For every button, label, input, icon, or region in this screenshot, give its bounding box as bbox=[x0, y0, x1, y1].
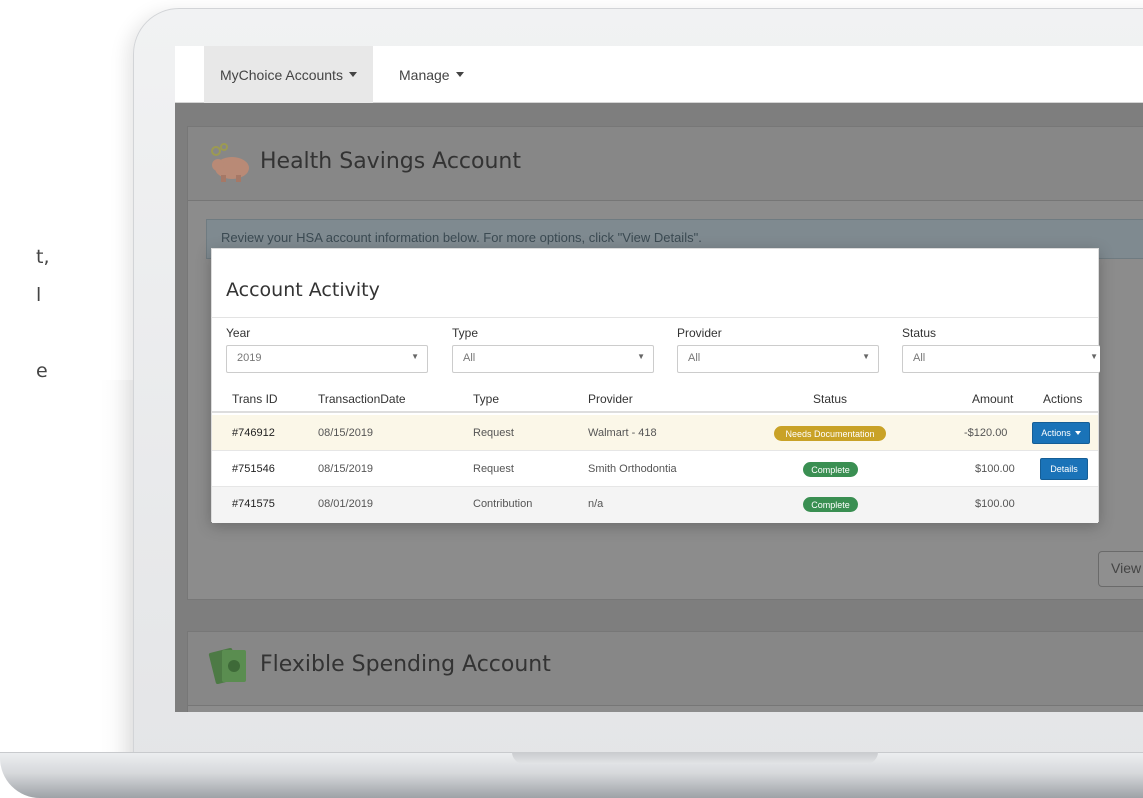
filter-type-select[interactable]: All ▼ bbox=[452, 345, 654, 373]
col-provider[interactable]: Provider bbox=[588, 392, 633, 406]
col-type[interactable]: Type bbox=[473, 392, 499, 406]
col-transaction-date[interactable]: TransactionDate bbox=[318, 392, 406, 406]
row-date: 08/15/2019 bbox=[318, 463, 374, 475]
fsa-panel: Flexible Spending Account bbox=[187, 631, 1143, 712]
filter-status-select[interactable]: All ▼ bbox=[902, 345, 1100, 373]
dropdown-caret-icon: ▼ bbox=[637, 352, 645, 361]
filter-provider-value: All bbox=[688, 352, 701, 364]
top-navbar: MyChoice Accounts Manage bbox=[175, 46, 1143, 103]
row-type: Request bbox=[473, 463, 514, 475]
filter-status-label: Status bbox=[902, 326, 937, 340]
account-activity-card: Account Activity Year 2019 ▼ Type All ▼ … bbox=[211, 248, 1100, 523]
view-details-button[interactable]: View bbox=[1098, 551, 1143, 587]
row-trans-id: #741575 bbox=[232, 498, 275, 510]
account-activity-title: Account Activity bbox=[226, 279, 380, 301]
money-icon bbox=[208, 647, 246, 684]
dropdown-caret-icon: ▼ bbox=[411, 352, 419, 361]
laptop-hinge-notch bbox=[512, 752, 878, 764]
chevron-down-icon bbox=[348, 72, 357, 77]
col-amount[interactable]: Amount bbox=[972, 392, 1013, 406]
row-provider: Walmart - 418 bbox=[588, 427, 657, 439]
row-type: Request bbox=[473, 427, 514, 439]
piggy-bank-icon bbox=[211, 143, 249, 182]
row-provider: Smith Orthodontia bbox=[588, 463, 677, 475]
table-row: #751546 08/15/2019 Request Smith Orthodo… bbox=[212, 451, 1098, 487]
table-row: #741575 08/01/2019 Contribution n/a Comp… bbox=[212, 487, 1098, 523]
fsa-panel-header: Flexible Spending Account bbox=[188, 632, 1143, 706]
status-badge: Complete bbox=[803, 462, 858, 477]
row-trans-id: #746912 bbox=[232, 427, 275, 439]
row-type: Contribution bbox=[473, 498, 533, 510]
row-amount: -$120.00 bbox=[964, 427, 1008, 439]
left-copy-fragment-3: e bbox=[36, 360, 48, 382]
chevron-down-icon bbox=[1074, 431, 1081, 435]
left-copy-fragment-1: t, bbox=[36, 246, 50, 268]
hsa-panel-header: Health Savings Account bbox=[188, 127, 1143, 201]
activity-table-header: Trans ID TransactionDate Type Provider S… bbox=[212, 385, 1098, 413]
col-status[interactable]: Status bbox=[813, 392, 847, 406]
dropdown-caret-icon: ▼ bbox=[1090, 352, 1098, 361]
fsa-panel-title: Flexible Spending Account bbox=[260, 652, 551, 677]
status-badge: Complete bbox=[803, 497, 858, 512]
dropdown-caret-icon: ▼ bbox=[862, 352, 870, 361]
nav-manage[interactable]: Manage bbox=[383, 46, 480, 103]
filter-year-select[interactable]: 2019 ▼ bbox=[226, 345, 428, 373]
card-divider bbox=[212, 317, 1098, 318]
filter-provider-select[interactable]: All ▼ bbox=[677, 345, 879, 373]
row-amount: $100.00 bbox=[975, 463, 1015, 475]
nav-mychoice-accounts[interactable]: MyChoice Accounts bbox=[204, 46, 373, 103]
col-trans-id[interactable]: Trans ID bbox=[232, 392, 278, 406]
filter-type-value: All bbox=[463, 352, 476, 364]
hsa-panel-title: Health Savings Account bbox=[260, 149, 522, 174]
left-copy-fragment-2: l bbox=[36, 284, 42, 306]
actions-dropdown-button[interactable]: Actions bbox=[1032, 422, 1090, 444]
status-badge: Needs Documentation bbox=[774, 426, 886, 441]
filter-year-label: Year bbox=[226, 326, 251, 340]
filter-year-value: 2019 bbox=[237, 352, 262, 364]
chevron-down-icon bbox=[455, 72, 464, 77]
filter-type-label: Type bbox=[452, 326, 479, 340]
row-amount: $100.00 bbox=[975, 498, 1015, 510]
nav-manage-label: Manage bbox=[399, 66, 450, 83]
actions-button-label: Actions bbox=[1041, 428, 1071, 438]
col-actions: Actions bbox=[1043, 392, 1083, 406]
row-date: 08/01/2019 bbox=[318, 498, 374, 510]
row-trans-id: #751546 bbox=[232, 463, 275, 475]
nav-mychoice-accounts-label: MyChoice Accounts bbox=[220, 66, 343, 83]
filter-status-value: All bbox=[913, 352, 926, 364]
row-date: 08/15/2019 bbox=[318, 427, 374, 439]
table-row: #746912 08/15/2019 Request Walmart - 418… bbox=[212, 415, 1098, 451]
filter-provider-label: Provider bbox=[677, 326, 722, 340]
row-provider: n/a bbox=[588, 498, 604, 510]
details-button[interactable]: Details bbox=[1040, 458, 1088, 480]
